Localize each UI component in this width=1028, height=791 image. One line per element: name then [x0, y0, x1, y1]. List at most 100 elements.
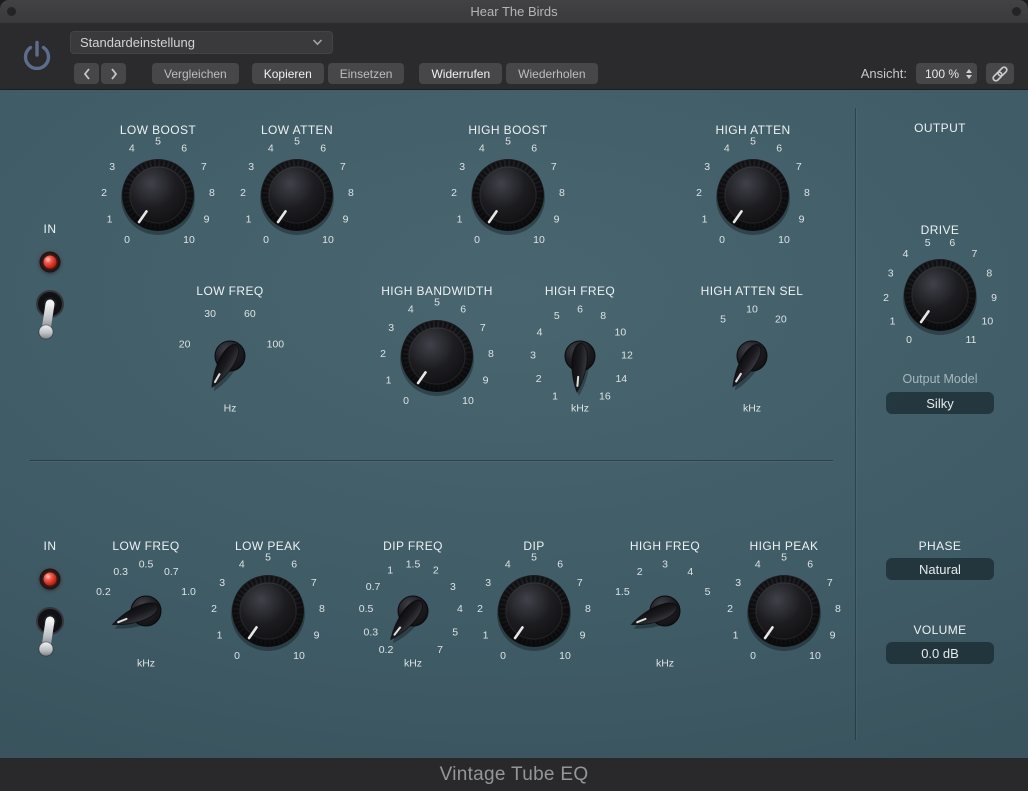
svg-text:2: 2 [727, 603, 733, 615]
svg-text:9: 9 [830, 629, 836, 641]
svg-text:4: 4 [903, 248, 909, 260]
svg-text:5: 5 [925, 237, 931, 249]
svg-text:7: 7 [827, 577, 833, 589]
meq-in-led [40, 569, 61, 590]
svg-text:0.7: 0.7 [366, 581, 381, 593]
svg-text:8: 8 [600, 310, 606, 322]
meq-in-label: IN [44, 539, 57, 553]
zoom-control[interactable]: 100 % [916, 63, 977, 84]
svg-text:1: 1 [552, 391, 558, 403]
high-freq-select-knob[interactable]: HIGH FREQ123456810121416kHz [495, 284, 665, 434]
volume-button[interactable]: 0.0 dB [886, 642, 994, 664]
undo-button[interactable]: Widerrufen [419, 63, 502, 84]
low-atten-knob[interactable]: LOW ATTEN012345678910 [212, 123, 382, 273]
link-icon [990, 65, 1010, 83]
chevron-right-icon [110, 68, 118, 80]
svg-text:20: 20 [179, 338, 191, 350]
svg-text:3: 3 [888, 268, 894, 280]
svg-text:8: 8 [319, 603, 325, 615]
svg-text:7: 7 [201, 161, 207, 173]
svg-text:4: 4 [129, 142, 135, 154]
eq-panel: IN LOW BOOST012345678910 LOW ATTEN012345… [0, 90, 1028, 758]
paste-button[interactable]: Einsetzen [328, 63, 405, 84]
high-atten-sel-knob[interactable]: HIGH ATTEN SEL51020kHz [667, 284, 837, 434]
svg-text:5: 5 [750, 136, 756, 148]
window-control-right[interactable] [1012, 7, 1021, 16]
svg-text:1: 1 [246, 213, 252, 225]
svg-text:0: 0 [234, 650, 240, 662]
chevron-left-icon [83, 68, 91, 80]
svg-text:9: 9 [314, 629, 320, 641]
svg-text:1: 1 [387, 565, 393, 577]
svg-text:1: 1 [107, 213, 113, 225]
svg-text:6: 6 [577, 304, 583, 316]
svg-text:3: 3 [735, 577, 741, 589]
svg-text:14: 14 [615, 373, 627, 385]
svg-text:20: 20 [775, 314, 787, 326]
output-label: OUTPUT [914, 121, 966, 135]
next-preset-button[interactable] [101, 63, 126, 84]
high-peak-knob[interactable]: HIGH PEAK012345678910 [699, 539, 869, 689]
zoom-value: 100 % [925, 67, 959, 81]
svg-text:8: 8 [559, 187, 565, 199]
svg-text:4: 4 [268, 142, 274, 154]
volume-label: VOLUME [913, 623, 966, 637]
svg-text:2: 2 [211, 603, 217, 615]
phase-button[interactable]: Natural [886, 558, 994, 580]
low-freq-select-knob[interactable]: LOW FREQ203060100Hz [145, 284, 315, 434]
link-button[interactable] [986, 63, 1014, 84]
svg-text:5: 5 [554, 310, 560, 322]
svg-text:8: 8 [804, 187, 810, 199]
svg-text:3: 3 [219, 577, 225, 589]
svg-text:7: 7 [796, 161, 802, 173]
step-down-icon [966, 75, 972, 79]
svg-text:2: 2 [536, 373, 542, 385]
eqp-in-label: IN [44, 222, 57, 236]
svg-text:6: 6 [531, 142, 537, 154]
svg-text:4: 4 [537, 327, 543, 339]
svg-text:0.5: 0.5 [359, 603, 374, 615]
preset-value: Standardeinstellung [80, 35, 195, 50]
svg-text:12: 12 [621, 350, 633, 362]
window-control-left[interactable] [7, 7, 16, 16]
eqp-in-led [40, 252, 61, 273]
high-boost-knob[interactable]: HIGH BOOST012345678910 [423, 123, 593, 273]
svg-text:10: 10 [533, 234, 545, 246]
high-atten-knob[interactable]: HIGH ATTEN012345678910 [668, 123, 838, 273]
power-icon [19, 39, 55, 75]
svg-text:5: 5 [155, 136, 161, 148]
plugin-window: Hear The Birds Standardeinstellung Vergl… [0, 0, 1028, 791]
svg-text:11: 11 [966, 334, 977, 346]
svg-text:8: 8 [488, 348, 494, 360]
svg-text:2: 2 [696, 187, 702, 199]
svg-text:10: 10 [559, 650, 571, 662]
plugin-name: Vintage Tube EQ [440, 764, 589, 786]
header-button-row: Vergleichen Kopieren Einsetzen Widerrufe… [74, 63, 598, 84]
svg-text:7: 7 [437, 644, 443, 656]
svg-text:3: 3 [704, 161, 710, 173]
svg-text:1: 1 [483, 629, 489, 641]
svg-text:kHz: kHz [404, 658, 422, 670]
svg-text:kHz: kHz [137, 658, 155, 670]
svg-text:6: 6 [776, 142, 782, 154]
svg-text:5: 5 [720, 314, 726, 326]
redo-button[interactable]: Wiederholen [506, 63, 597, 84]
svg-text:5: 5 [505, 136, 511, 148]
copy-button[interactable]: Kopieren [252, 63, 324, 84]
svg-text:7: 7 [340, 161, 346, 173]
preset-dropdown[interactable]: Standardeinstellung [70, 31, 333, 54]
svg-text:8: 8 [835, 603, 841, 615]
compare-button[interactable]: Vergleichen [152, 63, 239, 84]
view-label: Ansicht: [861, 66, 907, 81]
previous-preset-button[interactable] [74, 63, 99, 84]
svg-text:0: 0 [500, 650, 506, 662]
eqp-in-toggle-switch[interactable] [27, 284, 73, 348]
svg-text:6: 6 [320, 142, 326, 154]
svg-text:6: 6 [460, 303, 466, 315]
zoom-stepper[interactable] [966, 69, 972, 79]
output-model-button[interactable]: Silky [886, 392, 994, 414]
power-button[interactable] [17, 37, 57, 77]
svg-text:2: 2 [101, 187, 107, 199]
drive-knob[interactable]: DRIVE01234567891011 [855, 223, 1025, 373]
svg-text:5: 5 [531, 552, 537, 564]
